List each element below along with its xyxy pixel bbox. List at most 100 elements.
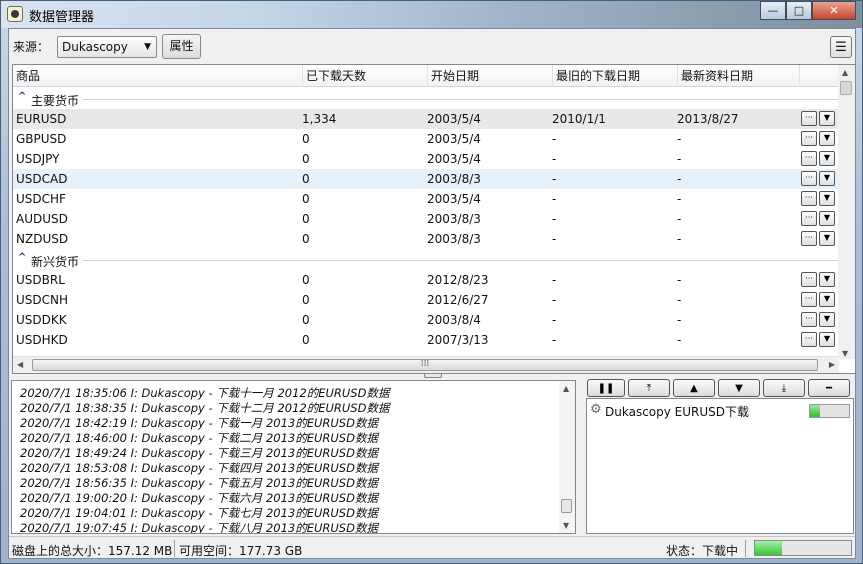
log-line: 2020/7/1 18:42:19 I: Dukascopy - 下载一月 20…	[20, 416, 378, 430]
cell-start: 2003/5/4	[427, 192, 481, 206]
collapse-icon[interactable]: ^	[18, 252, 26, 263]
title-bar[interactable]: 数据管理器 — □ ✕	[1, 1, 862, 28]
group-header-emerging[interactable]: ^ 新兴货币	[13, 250, 839, 270]
remove-button[interactable]: ━	[808, 379, 850, 397]
cell-days: 0	[302, 313, 310, 327]
more-button[interactable]: ···	[801, 292, 817, 307]
table-row[interactable]: USDBRL 0 2012/8/23 - - ··· ▼	[13, 270, 839, 290]
log-line: 2020/7/1 18:56:35 I: Dukascopy - 下载五月 20…	[20, 476, 378, 490]
log-line: 2020/7/1 19:07:45 I: Dukascopy - 下载八月 20…	[20, 521, 378, 534]
table-row[interactable]: USDCNH 0 2012/6/27 - - ··· ▼	[13, 290, 839, 310]
scroll-thumb[interactable]: ⁞⁞⁞	[32, 359, 818, 371]
table-row[interactable]: USDCHF 0 2003/5/4 - - ··· ▼	[13, 189, 839, 209]
dropdown-button[interactable]: ▼	[819, 111, 835, 126]
cell-days: 0	[302, 273, 310, 287]
cell-oldest: -	[552, 293, 557, 307]
log-panel: 2020/7/1 18:35:06 I: Dukascopy - 下载十一月 2…	[11, 380, 576, 534]
scroll-right-icon[interactable]: ▶	[829, 360, 835, 369]
dropdown-button[interactable]: ▼	[819, 151, 835, 166]
col-header-start[interactable]: 开始日期	[428, 65, 553, 87]
symbol-grid: 商品 已下载天数 开始日期 最旧的下载日期 最新资料日期 ^ 主要货币 EURU…	[12, 64, 856, 374]
log-scrollbar[interactable]: ▲ ▼	[559, 381, 575, 533]
dropdown-button[interactable]: ▼	[819, 191, 835, 206]
table-row[interactable]: USDDKK 0 2003/8/4 - - ··· ▼	[13, 310, 839, 330]
table-row[interactable]: EURUSD 1,334 2003/5/4 2010/1/1 2013/8/27…	[13, 109, 839, 129]
collapse-icon[interactable]: ^	[18, 91, 26, 102]
grid-horizontal-scrollbar[interactable]: ◀ ⁞⁞⁞ ▶	[13, 356, 839, 373]
log-line: 2020/7/1 18:35:06 I: Dukascopy - 下载十一月 2…	[20, 386, 390, 400]
more-button[interactable]: ···	[801, 191, 817, 206]
scroll-down-icon[interactable]: ▼	[563, 521, 569, 530]
queue-toolbar: ❚❚ ⤒ ▲ ▼ ⤓ ━	[587, 379, 855, 397]
group-header-major[interactable]: ^ 主要货币	[13, 89, 839, 109]
scroll-down-icon[interactable]: ▼	[842, 349, 848, 358]
more-button[interactable]: ···	[801, 231, 817, 246]
move-bottom-button[interactable]: ⤓	[763, 379, 805, 397]
dropdown-button[interactable]: ▼	[819, 312, 835, 327]
cell-start: 2003/8/3	[427, 212, 481, 226]
table-row[interactable]: USDHKD 0 2007/3/13 - - ··· ▼	[13, 330, 839, 350]
table-row[interactable]: USDCAD 0 2003/8/3 - - ··· ▼	[13, 169, 839, 189]
col-header-days[interactable]: 已下载天数	[303, 65, 428, 87]
dropdown-button[interactable]: ▼	[819, 231, 835, 246]
source-dropdown[interactable]: Dukascopy ▼	[57, 36, 157, 58]
cell-symbol: EURUSD	[16, 112, 67, 126]
table-row[interactable]: NZDUSD 0 2003/8/3 - - ··· ▼	[13, 229, 839, 249]
scroll-left-icon[interactable]: ◀	[17, 360, 23, 369]
move-down-button[interactable]: ▼	[718, 379, 760, 397]
more-button[interactable]: ···	[801, 151, 817, 166]
properties-button[interactable]: 属性	[162, 34, 201, 59]
more-button[interactable]: ···	[801, 171, 817, 186]
dropdown-button[interactable]: ▼	[819, 332, 835, 347]
minimize-button[interactable]: —	[760, 1, 786, 20]
col-header-symbol[interactable]: 商品	[13, 65, 303, 87]
scroll-up-icon[interactable]: ▲	[563, 384, 569, 393]
cell-latest: -	[677, 313, 682, 327]
app-icon	[7, 6, 23, 22]
dropdown-button[interactable]: ▼	[819, 131, 835, 146]
grid-vertical-scrollbar[interactable]: ▲ ▼	[838, 65, 855, 359]
splitter-handle[interactable]	[424, 373, 442, 378]
grid-header: 商品 已下载天数 开始日期 最旧的下载日期 最新资料日期	[13, 65, 838, 87]
col-header-latest[interactable]: 最新资料日期	[678, 65, 800, 87]
window-controls: — □ ✕	[760, 1, 856, 20]
cell-start: 2003/8/3	[427, 172, 481, 186]
cell-latest: -	[677, 152, 682, 166]
cell-symbol: USDCHF	[16, 192, 66, 206]
scroll-up-icon[interactable]: ▲	[842, 68, 848, 77]
queue-item[interactable]: ⚙ Dukascopy EURUSD下载	[590, 402, 852, 420]
cell-days: 0	[302, 232, 310, 246]
close-button[interactable]: ✕	[812, 1, 856, 20]
status-bar: 磁盘上的总大小：157.12 MB 可用空间：177.73 GB 状态：下载中	[9, 536, 855, 559]
more-button[interactable]: ···	[801, 272, 817, 287]
cell-days: 0	[302, 333, 310, 347]
more-button[interactable]: ···	[801, 312, 817, 327]
table-row[interactable]: AUDUSD 0 2003/8/3 - - ··· ▼	[13, 209, 839, 229]
disk-total-size: 磁盘上的总大小：157.12 MB	[12, 544, 173, 558]
data-manager-window: 数据管理器 — □ ✕ 来源： Dukascopy ▼ 属性 ☰ 商品 已下载天…	[0, 0, 863, 564]
table-row[interactable]: GBPUSD 0 2003/5/4 - - ··· ▼	[13, 129, 839, 149]
table-row[interactable]: USDJPY 0 2003/5/4 - - ··· ▼	[13, 149, 839, 169]
maximize-button[interactable]: □	[786, 1, 812, 20]
more-button[interactable]: ···	[801, 131, 817, 146]
more-button[interactable]: ···	[801, 111, 817, 126]
more-button[interactable]: ···	[801, 211, 817, 226]
window-title: 数据管理器	[29, 10, 95, 25]
pause-button[interactable]: ❚❚	[587, 379, 625, 397]
dropdown-button[interactable]: ▼	[819, 292, 835, 307]
move-top-button[interactable]: ⤒	[628, 379, 670, 397]
menu-icon[interactable]: ☰	[830, 36, 852, 58]
cell-latest: -	[677, 192, 682, 206]
cell-oldest: -	[552, 212, 557, 226]
cell-latest: -	[677, 212, 682, 226]
cell-latest: -	[677, 172, 682, 186]
cell-start: 2003/5/4	[427, 152, 481, 166]
move-up-button[interactable]: ▲	[673, 379, 715, 397]
col-header-oldest[interactable]: 最旧的下载日期	[553, 65, 678, 87]
dropdown-button[interactable]: ▼	[819, 171, 835, 186]
dropdown-button[interactable]: ▼	[819, 272, 835, 287]
more-button[interactable]: ···	[801, 332, 817, 347]
scroll-thumb[interactable]	[840, 81, 852, 95]
dropdown-button[interactable]: ▼	[819, 211, 835, 226]
scroll-thumb[interactable]	[561, 499, 572, 513]
